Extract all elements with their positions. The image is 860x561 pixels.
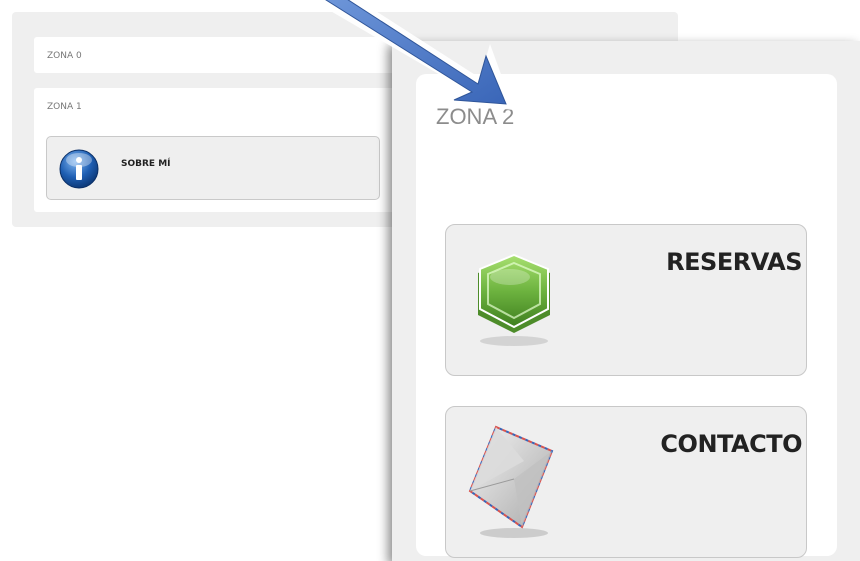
about-card[interactable]: SOBRE MÍ [46,136,380,200]
zone-2: ZONA 2 RESERVAS CONTACTO [416,74,837,558]
zoomed-panel: ZONA 2 RESERVAS CONTACTO [392,41,860,561]
zone-0-label: ZONA 0 [47,51,82,61]
contacto-card-label: CONTACTO [660,430,802,458]
about-card-label: SOBRE MÍ [121,159,171,169]
hexagon-icon [478,253,550,346]
zone-0: ZONA 0 [34,37,410,73]
zone-1-label: ZONA 1 [47,102,82,112]
contacto-card[interactable]: CONTACTO [445,406,807,558]
reservas-card-label: RESERVAS [666,248,802,276]
envelope-icon [468,425,554,538]
reservas-card[interactable]: RESERVAS [445,224,807,376]
zone-2-label: ZONA 2 [436,104,515,129]
info-icon [59,149,99,189]
